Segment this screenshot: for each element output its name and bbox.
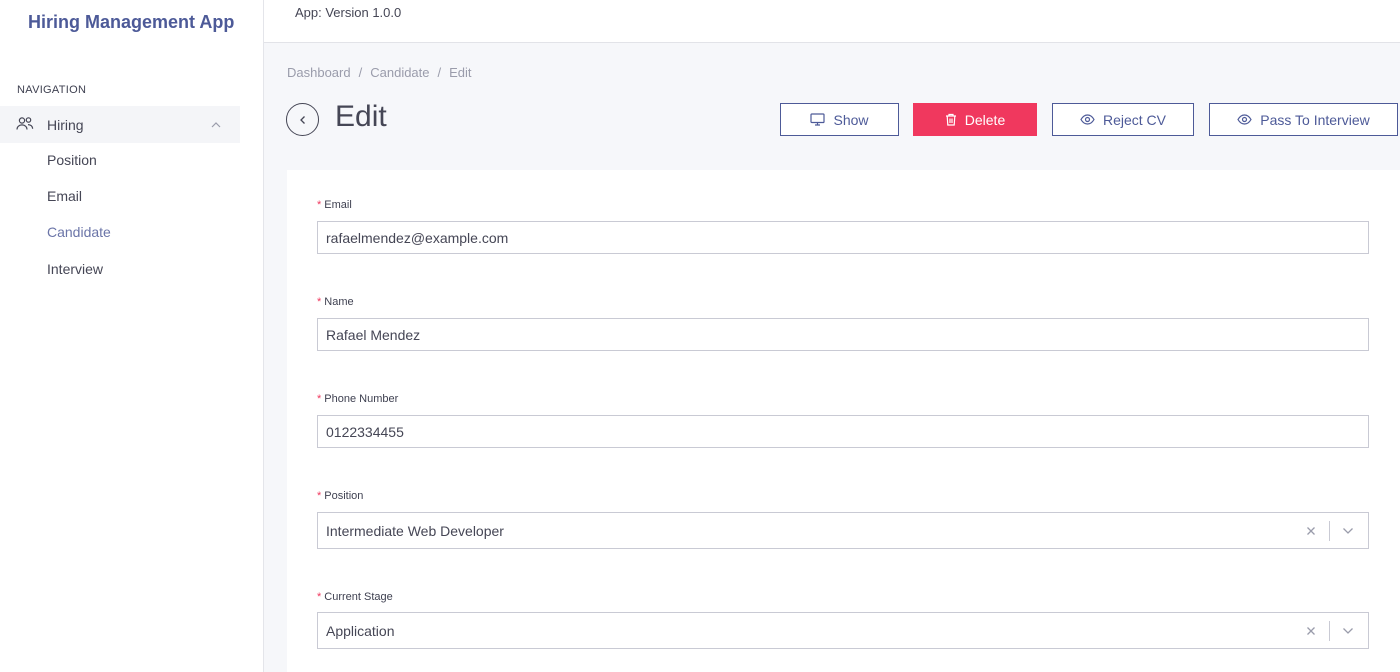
sidebar-group-hiring[interactable]: Hiring — [0, 106, 240, 143]
chevron-left-icon — [299, 115, 305, 124]
delete-button[interactable]: Delete — [913, 103, 1037, 136]
chevron-up-icon[interactable] — [210, 118, 222, 130]
sidebar-item-candidate[interactable]: Candidate — [47, 224, 111, 240]
required-marker: * — [317, 296, 322, 308]
sidebar: Hiring Management App NAVIGATION Hiring … — [0, 0, 264, 672]
name-label: * Name — [317, 296, 354, 308]
edit-form-card: * Email rafaelmendez@example.com * Name Ra… — [287, 170, 1400, 672]
top-bar: App: Version 1.0.0 — [264, 0, 1400, 43]
name-value: Rafael Mendez — [326, 326, 421, 343]
clear-icon[interactable] — [1299, 519, 1323, 543]
back-button[interactable] — [286, 103, 319, 136]
delete-button-label: Delete — [964, 111, 1006, 128]
email-value: rafaelmendez@example.com — [326, 229, 509, 246]
phone-number-field[interactable]: 0122334455 — [317, 415, 1369, 448]
email-field[interactable]: rafaelmendez@example.com — [317, 221, 1369, 254]
breadcrumb: Dashboard / Candidate / Edit — [287, 65, 472, 80]
position-select[interactable]: Intermediate Web Developer — [317, 512, 1369, 549]
current-stage-label: * Current Stage — [317, 591, 393, 603]
position-label: * Position — [317, 490, 364, 502]
position-value: Intermediate Web Developer — [326, 522, 504, 539]
required-marker: * — [317, 199, 322, 211]
nav-heading: NAVIGATION — [17, 84, 87, 96]
required-marker: * — [317, 393, 322, 405]
show-button-label: Show — [833, 111, 869, 128]
phone-number-value: 0122334455 — [326, 423, 404, 440]
pass-to-interview-button-label: Pass To Interview — [1260, 111, 1370, 128]
current-stage-select[interactable]: Application — [317, 612, 1369, 649]
current-stage-value: Application — [326, 622, 395, 639]
chevron-down-icon[interactable] — [1336, 519, 1360, 543]
phone-number-label: * Phone Number — [317, 393, 399, 405]
page-title: Edit — [335, 100, 387, 133]
breadcrumb-separator: / — [437, 65, 442, 80]
reject-cv-button-label: Reject CV — [1102, 111, 1167, 128]
sidebar-item-email[interactable]: Email — [47, 188, 82, 204]
sidebar-group-label: Hiring — [47, 117, 84, 133]
clear-icon[interactable] — [1299, 619, 1323, 643]
name-field[interactable]: Rafael Mendez — [317, 318, 1369, 351]
trash-icon — [945, 113, 956, 126]
show-button[interactable]: Show — [780, 103, 899, 136]
reject-cv-button[interactable]: Reject CV — [1052, 103, 1194, 136]
app-version: App: Version 1.0.0 — [295, 5, 402, 20]
chevron-down-icon[interactable] — [1336, 619, 1360, 643]
select-divider — [1329, 620, 1330, 641]
email-label: * Email — [317, 199, 352, 211]
sidebar-item-position[interactable]: Position — [47, 152, 97, 168]
breadcrumb-edit: Edit — [449, 65, 472, 80]
breadcrumb-candidate[interactable]: Candidate — [370, 65, 429, 80]
breadcrumb-dashboard[interactable]: Dashboard — [287, 65, 351, 80]
breadcrumb-separator: / — [358, 65, 363, 80]
app-title[interactable]: Hiring Management App — [28, 12, 234, 33]
sidebar-item-interview[interactable]: Interview — [47, 261, 103, 277]
users-icon — [16, 116, 34, 132]
select-divider — [1329, 520, 1330, 541]
eye-icon — [1080, 114, 1095, 125]
monitor-icon — [810, 113, 826, 126]
required-marker: * — [317, 591, 322, 603]
pass-to-interview-button[interactable]: Pass To Interview — [1209, 103, 1398, 136]
required-marker: * — [317, 490, 322, 502]
eye-icon — [1237, 114, 1252, 125]
